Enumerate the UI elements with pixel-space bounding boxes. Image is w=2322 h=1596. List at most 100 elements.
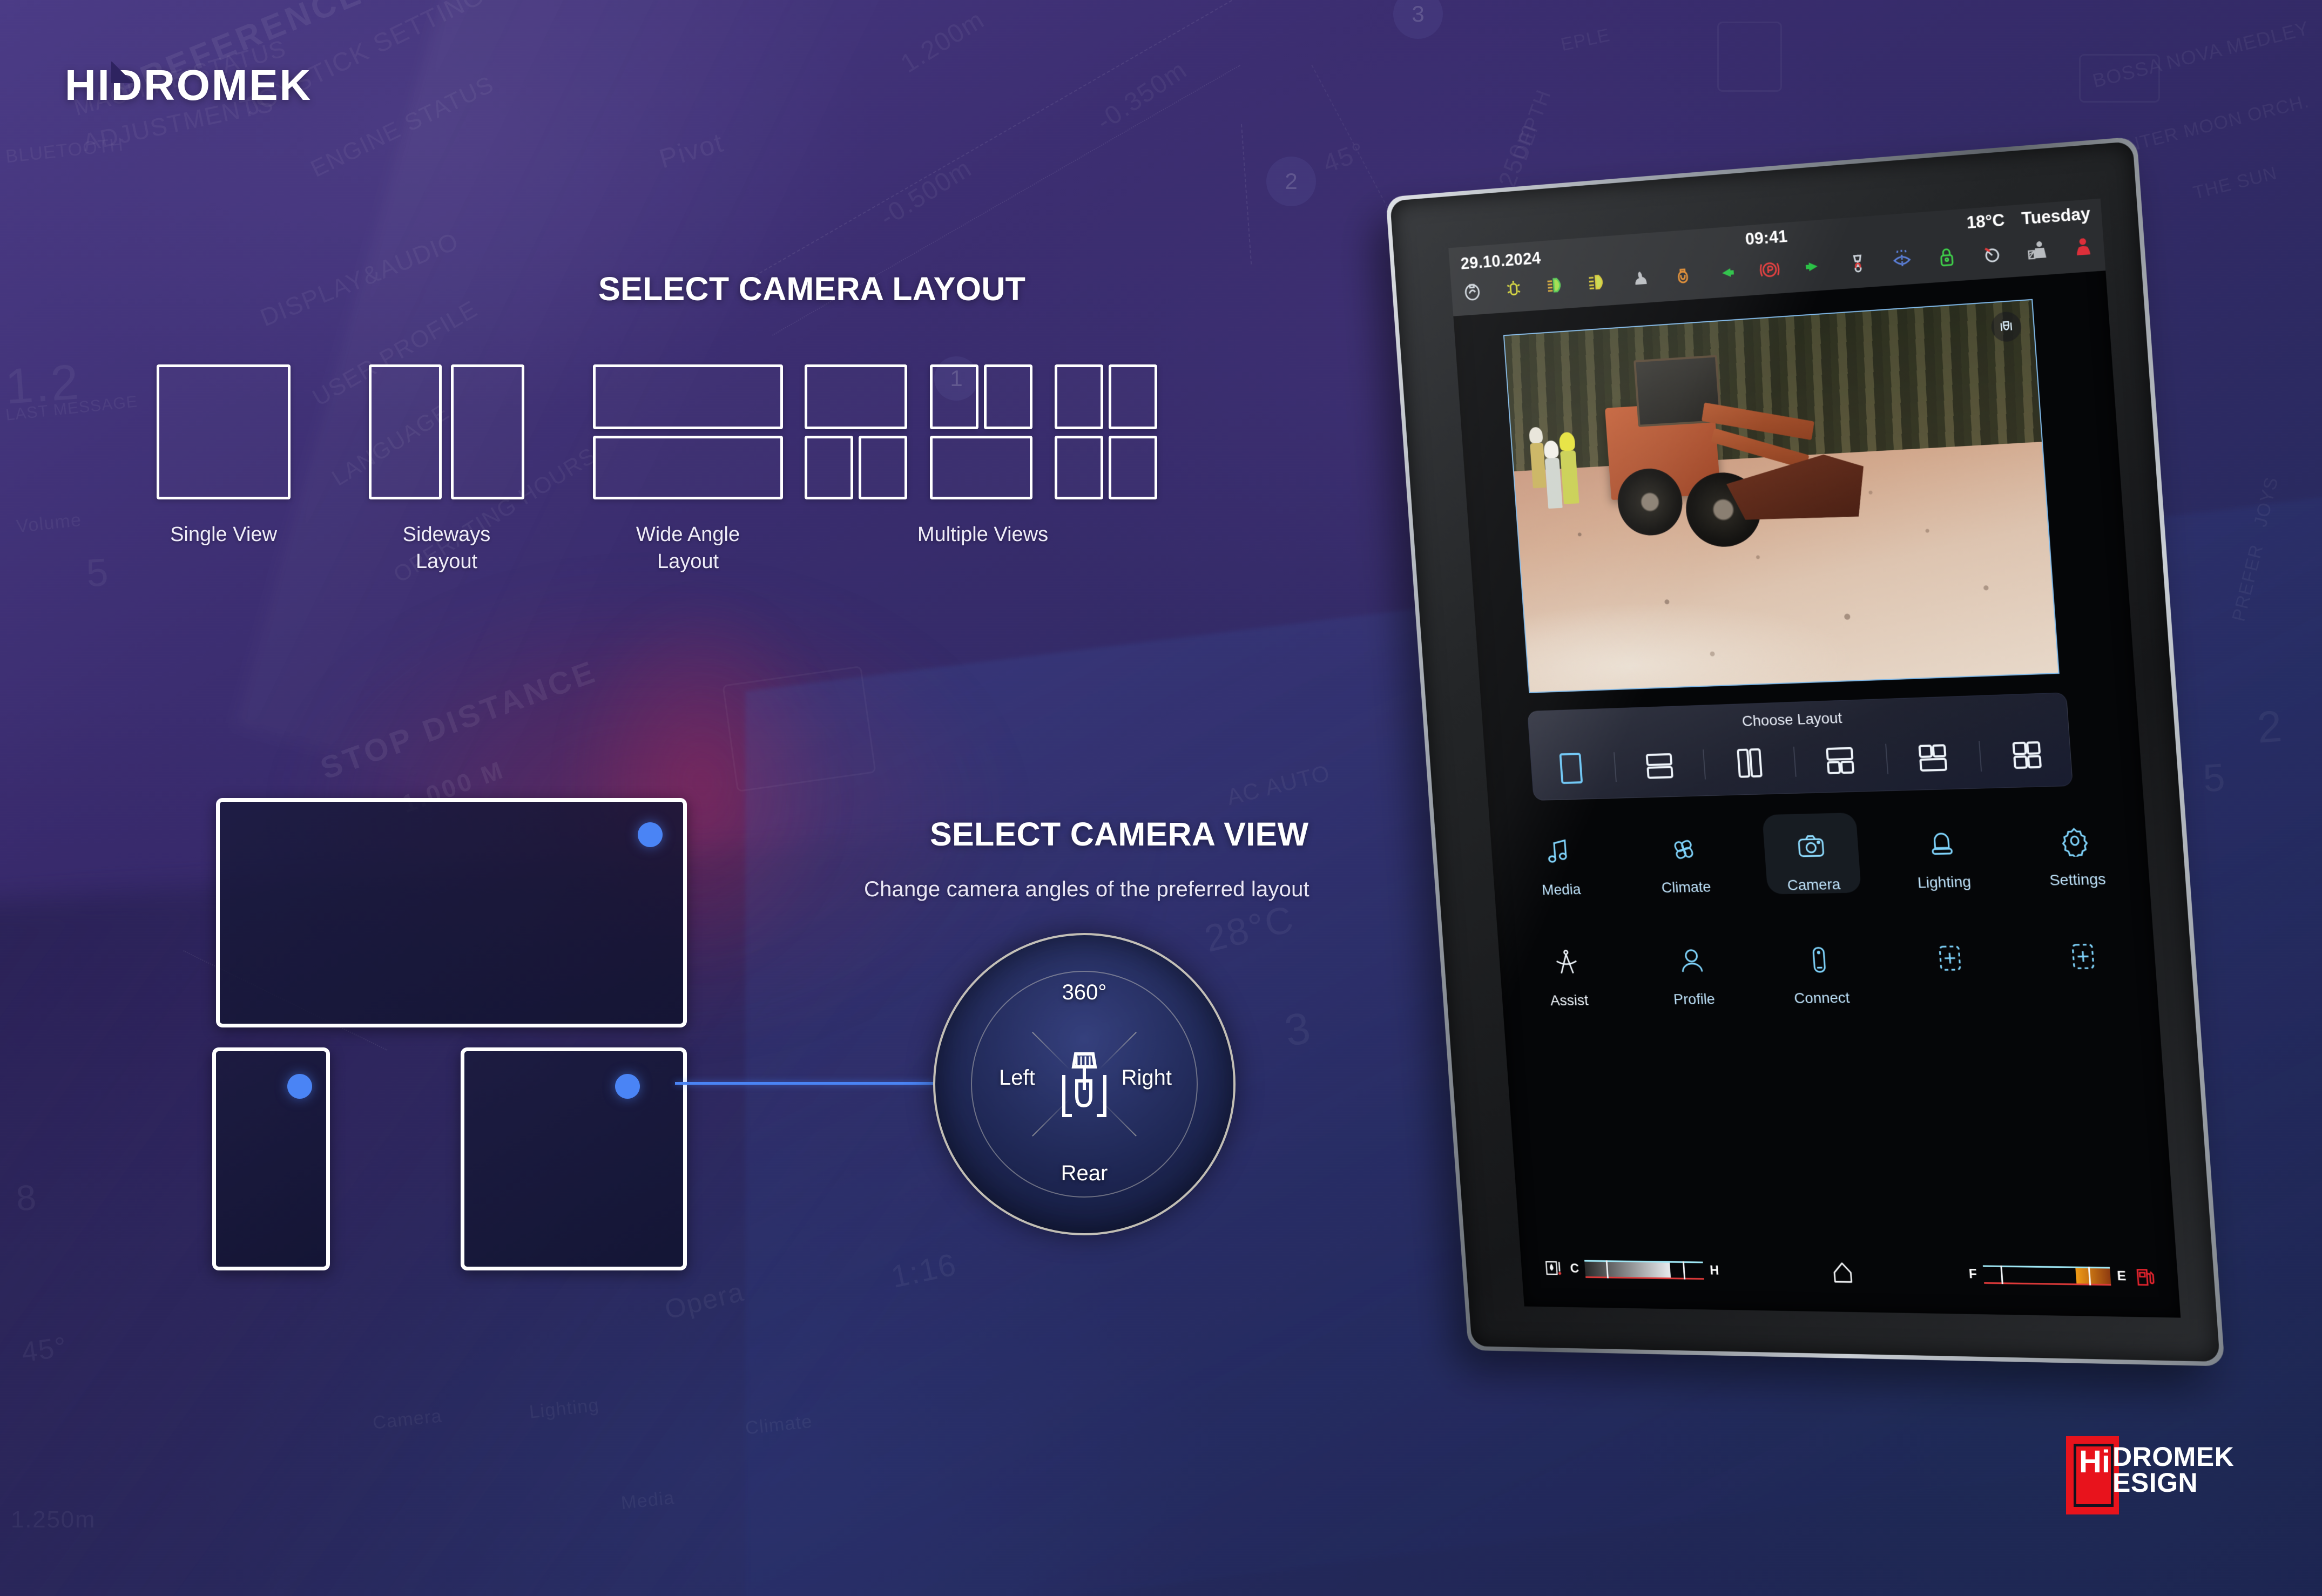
select-camera-view-title: SELECT CAMERA VIEW (930, 816, 1309, 853)
app-grid: Media Climate Camera Lighting Settings A… (1512, 806, 2140, 1063)
background-watermark: 45° (19, 1331, 70, 1369)
home-icon[interactable] (1830, 1260, 1856, 1286)
camera-view-connector-line (675, 1082, 934, 1085)
status-day: Tuesday (2021, 204, 2091, 228)
arrow-right-icon (1800, 253, 1827, 280)
camera-view-panel-bottom-left[interactable] (212, 1047, 330, 1270)
divider (1703, 749, 1706, 780)
app-add-slot-1[interactable] (1900, 924, 2000, 984)
fuel-max-label: E (2116, 1268, 2127, 1284)
camera-view-panel-bottom-right[interactable] (461, 1047, 687, 1270)
add-placeholder-icon (1900, 932, 2000, 984)
fuel-min-label: F (1968, 1267, 1977, 1282)
engine-oil-icon (1460, 278, 1484, 304)
app-profile[interactable]: Profile (1644, 928, 1741, 1008)
hd-logo-line1: DROMEK (2112, 1442, 2235, 1472)
high-beam-icon (1585, 269, 1610, 295)
compass-divider-icon (1520, 938, 1614, 989)
camera-icon (1763, 820, 1860, 873)
app-climate[interactable]: Climate (1636, 816, 1733, 897)
app-connect[interactable]: Connect (1770, 926, 1869, 1007)
camera-view-dot[interactable] (287, 1074, 312, 1099)
status-right-group: 18°C Tuesday (1954, 204, 2091, 234)
oil-temp-icon (1543, 1258, 1565, 1279)
layout-option-quad[interactable] (1996, 731, 2060, 779)
layout-cell (1055, 436, 1103, 499)
dial-label-360[interactable]: 360° (1062, 980, 1107, 1005)
fuel-pump-icon (2132, 1266, 2156, 1288)
door-lock-icon (1933, 244, 1960, 270)
tablet-screen: 29.10.2024 09:41 18°C Tuesday Choose Lay… (1448, 198, 2181, 1318)
background-watermark: 5 (2202, 755, 2228, 801)
dial-label-right[interactable]: Right (1122, 1066, 1172, 1090)
layout-cell (593, 436, 783, 499)
app-label: Connect (1793, 989, 1851, 1007)
app-media[interactable]: Media (1512, 819, 1607, 899)
hidromek-logo: HIDROMEK (65, 60, 312, 110)
fuel-gauge: F E (1968, 1263, 2156, 1288)
layout-cell (984, 364, 1032, 429)
app-row-2: Assist Profile Connect (1520, 922, 2138, 1042)
app-lighting[interactable]: Lighting (1892, 809, 1993, 892)
select-camera-view-subtitle: Change camera angles of the preferred la… (864, 877, 1310, 901)
camera-view-dot[interactable] (638, 822, 663, 847)
camera-angle-dial[interactable]: 360° Left Right Rear (933, 933, 1236, 1235)
divider (1885, 743, 1889, 774)
phone-icon (1771, 934, 1868, 986)
low-beam-icon (1543, 272, 1568, 298)
layout-option-split-horizontal[interactable] (1630, 742, 1690, 789)
app-label: Lighting (1916, 873, 1972, 891)
choose-layout-options (1541, 727, 2060, 794)
app-settings[interactable]: Settings (2023, 806, 2127, 889)
layout-option-two-plus-one[interactable] (1902, 734, 1965, 781)
person-icon (1644, 936, 1739, 987)
layout-option-sideways[interactable]: Sideways Layout (369, 364, 524, 573)
camera-view-dot[interactable] (615, 1074, 640, 1099)
select-camera-layout-title: SELECT CAMERA LAYOUT (598, 270, 1026, 307)
app-assist[interactable]: Assist (1520, 930, 1615, 1010)
beacon-icon (1892, 817, 1992, 870)
dial-label-rear[interactable]: Rear (1061, 1161, 1108, 1186)
app-label: Camera (1786, 875, 1841, 894)
layout-option-single-view[interactable]: Single View (157, 364, 291, 546)
layout-cell (930, 436, 1032, 499)
app-label: Settings (2049, 870, 2107, 889)
fuel-gauge-bar (1982, 1265, 2111, 1286)
dial-label-left[interactable]: Left (999, 1066, 1035, 1090)
background-watermark: 8 (15, 1176, 39, 1219)
app-camera[interactable]: Camera (1762, 812, 1862, 895)
background-watermark: 1.250m (11, 1506, 96, 1533)
layout-option-one-plus-two[interactable] (1810, 737, 1872, 784)
hd-logo-line2: ESIGN (2112, 1467, 2198, 1498)
layout-option-split-vertical[interactable] (1719, 740, 1780, 787)
arrow-left-icon (1713, 260, 1739, 286)
beacon-light-icon (1501, 275, 1526, 301)
layout-cell (930, 364, 978, 429)
layout-option-single-selected[interactable] (1542, 745, 1601, 791)
background-watermark: 5 (85, 550, 111, 596)
layout-option-multiple-views[interactable]: Multiple Views (805, 364, 1361, 546)
hd-monogram-letters: Hi (2079, 1444, 2110, 1479)
feed-wheel-loader (1557, 340, 1896, 569)
hd-logo-text: DROMEK ESIGN (2112, 1442, 2235, 1498)
choose-layout-bar: Choose Layout (1527, 692, 2074, 801)
divider (1793, 746, 1797, 777)
layout-cell (1109, 436, 1157, 499)
fan-icon (1636, 823, 1731, 876)
camera-view-panel-main[interactable] (216, 798, 687, 1027)
layout-cell (157, 364, 291, 499)
camera-feed[interactable] (1503, 299, 2060, 693)
excavator-icon (1053, 1051, 1116, 1121)
layout-cell (369, 364, 442, 499)
divider (1979, 741, 1982, 772)
app-label: Assist (1549, 992, 1589, 1009)
coolant-min-label: C (1569, 1261, 1580, 1276)
coolant-gauge-bar (1584, 1260, 1705, 1280)
app-add-slot-2[interactable] (2032, 922, 2134, 983)
bottom-status-bar: C H F E (1542, 1240, 2157, 1308)
layout-option-label: Sideways Layout (402, 523, 491, 573)
layout-option-wide-angle[interactable]: Wide Angle Layout (593, 364, 783, 573)
background-watermark: 2 (2255, 701, 2285, 753)
layout-cell (1055, 364, 1103, 429)
coolant-gauge: C H (1543, 1258, 1720, 1282)
